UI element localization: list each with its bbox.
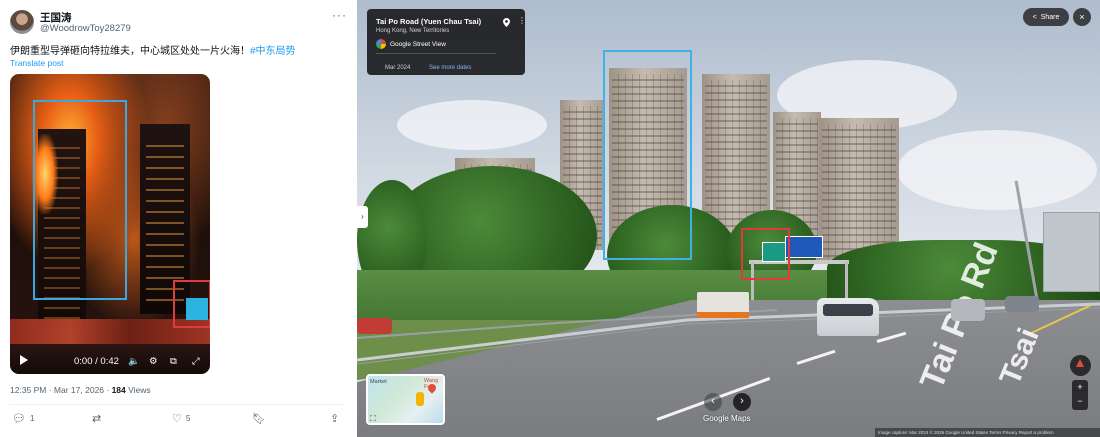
- retweet-button[interactable]: ⇄: [92, 412, 101, 425]
- fullscreen-icon[interactable]: ⤢: [192, 357, 200, 367]
- author-handle[interactable]: @WoodrowToy28279: [40, 23, 131, 34]
- minimap[interactable]: Market Wang Fuk ⛶: [366, 374, 445, 425]
- share-button[interactable]: ⇪: [330, 412, 339, 425]
- translate-link[interactable]: Translate post: [10, 58, 64, 68]
- like-icon: ♡: [172, 413, 182, 425]
- tweet-meta: 12:35 PM · Mar 17, 2026 · 184 Views: [10, 385, 151, 395]
- truck: [697, 292, 749, 318]
- views-label: Views: [125, 385, 151, 395]
- tweet-text: 伊朗重型导弹砸向特拉维夫，中心城区处处一片火海！#中东局势: [10, 42, 350, 57]
- car-silver: [951, 299, 985, 321]
- overflow-menu-icon[interactable]: ⋮: [518, 17, 526, 25]
- share-icon: <: [1032, 13, 1037, 21]
- tweet-body: 伊朗重型导弹砸向特拉维夫，中心城区处处一片火海！: [10, 46, 250, 57]
- play-icon[interactable]: [20, 355, 28, 365]
- pip-icon[interactable]: ⧉: [170, 357, 177, 367]
- minimap-label: Market: [370, 379, 387, 385]
- share-icon: ⇪: [330, 413, 340, 425]
- divider: [376, 53, 496, 54]
- like-button[interactable]: ♡ 5: [172, 412, 190, 425]
- video-time: 0:00 / 0:42: [74, 356, 119, 367]
- street-view-provider: Google Street View: [376, 39, 446, 49]
- zoom-out-button[interactable]: −: [1072, 394, 1088, 408]
- reply-icon: 💬︎: [12, 413, 26, 425]
- tweet-card: 王国涛 @WoodrowToy28279 ··· 伊朗重型导弹砸向特拉维夫，中心…: [0, 0, 356, 437]
- cloud: [397, 100, 547, 150]
- zoom-control[interactable]: + −: [1072, 380, 1088, 410]
- nav-forward-icon[interactable]: ›: [733, 393, 751, 411]
- car-grey: [1005, 296, 1039, 312]
- pegman-icon[interactable]: [416, 392, 424, 406]
- screenshot-composite: 王国涛 @WoodrowToy28279 ··· 伊朗重型导弹砸向特拉维夫，中心…: [0, 0, 1100, 437]
- volume-icon[interactable]: 🔈: [128, 357, 140, 367]
- divider: [10, 404, 346, 405]
- hashtag-link[interactable]: #中东局势: [250, 46, 296, 57]
- highlight-box-blue: [603, 50, 692, 260]
- attribution-bar: Image capture: Mar 2024 © 2026 Google Un…: [875, 428, 1100, 437]
- tower: [819, 118, 899, 263]
- settings-icon[interactable]: ⚙: [149, 357, 158, 367]
- bookmark-icon: 🔖︎: [252, 413, 266, 425]
- reply-count: 1: [29, 414, 35, 423]
- share-button[interactable]: < Share: [1023, 8, 1069, 26]
- roadside-structure: [1043, 212, 1100, 292]
- reply-button[interactable]: 💬︎ 1: [12, 412, 34, 425]
- highlight-box-blue: [33, 100, 127, 300]
- nav-back-icon[interactable]: ‹: [704, 393, 722, 411]
- expand-side-panel-icon[interactable]: ›: [357, 206, 368, 228]
- zoom-in-button[interactable]: +: [1072, 380, 1088, 394]
- share-label: Share: [1040, 13, 1060, 21]
- video-player[interactable]: 0:00 / 0:42 🔈 ⚙ ⧉ ⤢: [10, 74, 210, 374]
- timestamp[interactable]: 12:35 PM · Mar 17, 2026 ·: [10, 385, 112, 395]
- more-icon[interactable]: ···: [332, 8, 347, 22]
- location-title: Tai Po Road (Yuen Chau Tsai): [376, 17, 482, 26]
- capture-date: Mar 2024: [385, 65, 411, 71]
- highlight-box-red: [173, 280, 210, 328]
- bookmark-button[interactable]: 🔖︎: [252, 412, 266, 425]
- street-view-panorama[interactable]: Tai Po Rd Tsai Tai Po Road (Yuen Chau Ts…: [357, 0, 1100, 437]
- google-maps-logo: Google Maps: [703, 414, 751, 423]
- van: [817, 298, 879, 336]
- video-controls: 0:00 / 0:42 🔈 ⚙ ⧉ ⤢: [10, 348, 210, 374]
- car-red: [357, 318, 392, 334]
- cloud: [897, 130, 1097, 210]
- views-count: 184: [111, 385, 126, 395]
- location-subtitle: Hong Kong, New Territories: [376, 28, 450, 34]
- retweet-icon: ⇄: [92, 413, 102, 425]
- location-info-card: Tai Po Road (Yuen Chau Tsai) Hong Kong, …: [367, 9, 526, 75]
- highlight-box-red: [741, 228, 790, 280]
- compass-icon[interactable]: [1070, 355, 1091, 376]
- location-pin-icon[interactable]: [503, 18, 510, 27]
- close-button[interactable]: ×: [1073, 8, 1091, 26]
- provider-label: Google Street View: [390, 40, 446, 48]
- road-sign-blue: [785, 236, 823, 258]
- google-street-view-icon: [376, 39, 386, 49]
- avatar[interactable]: [10, 10, 34, 34]
- like-count: 5: [185, 414, 191, 423]
- see-more-dates-link[interactable]: See more dates: [429, 65, 471, 71]
- expand-map-icon[interactable]: ⛶: [370, 414, 376, 423]
